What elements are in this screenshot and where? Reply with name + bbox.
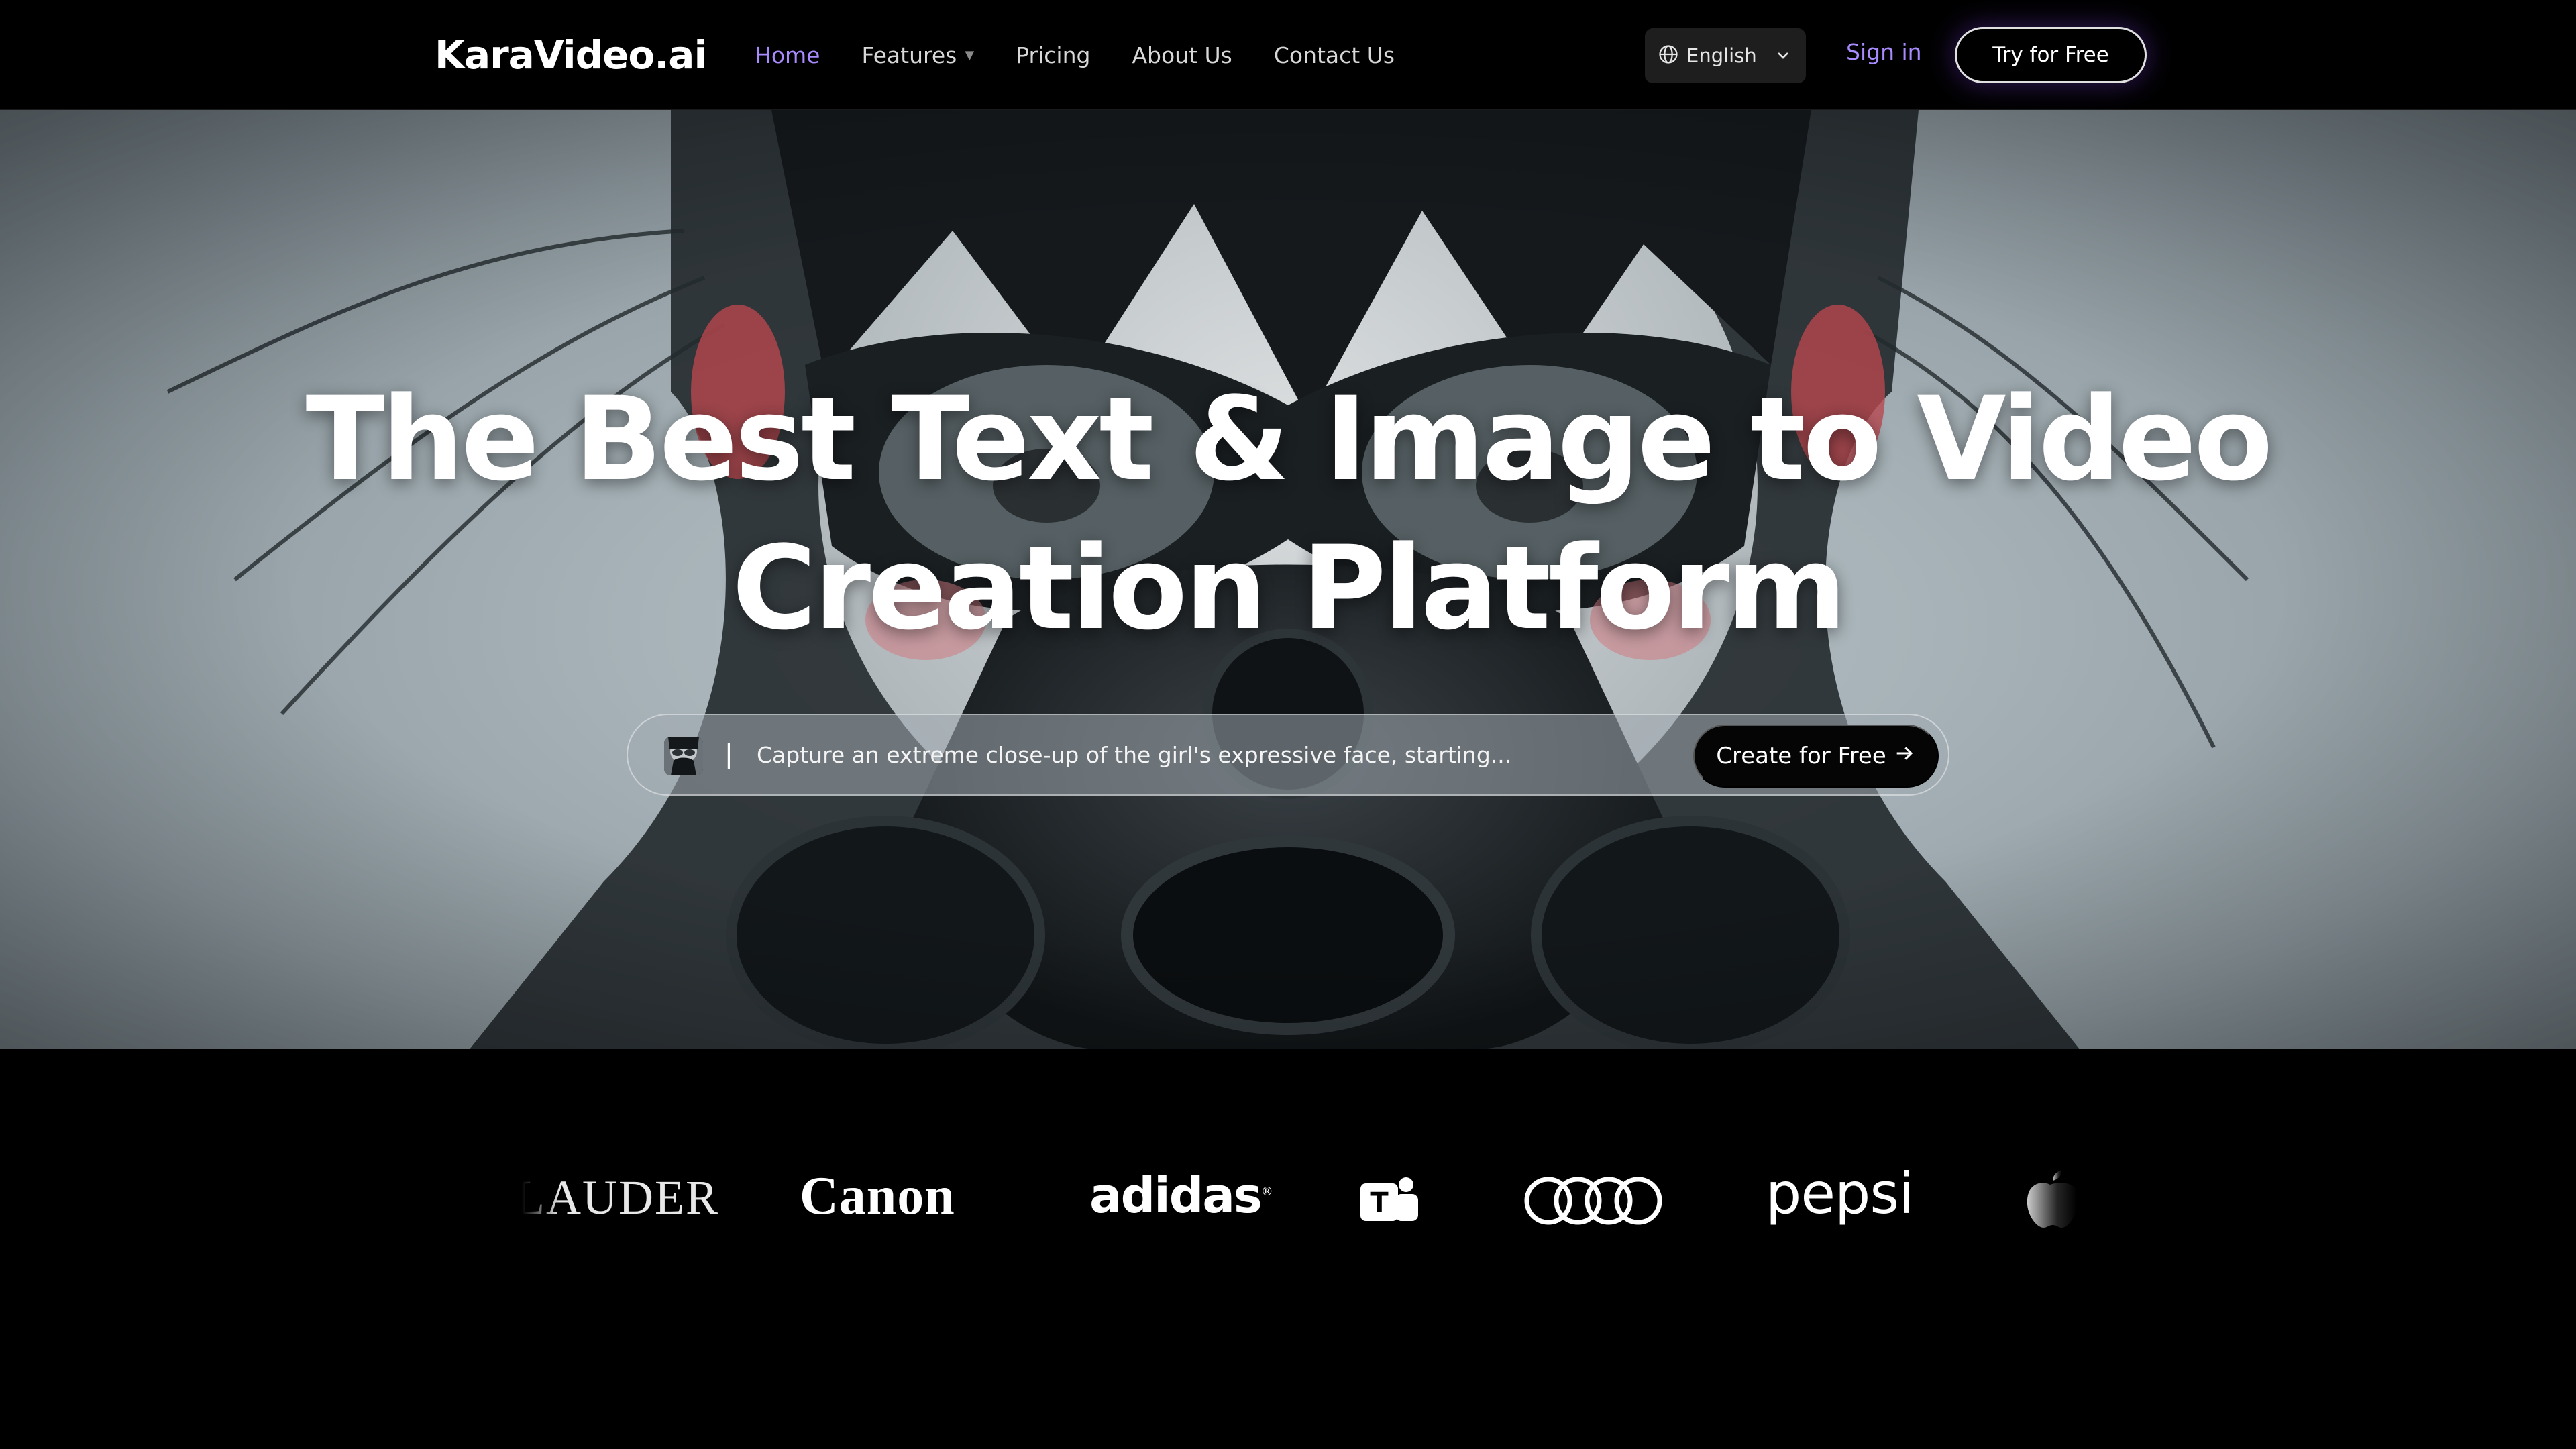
adidas-text: adidas bbox=[1089, 1167, 1263, 1224]
create-for-free-label: Create for Free bbox=[1716, 743, 1886, 769]
try-for-free-button[interactable]: Try for Free bbox=[1955, 27, 2147, 83]
audi-logo bbox=[1523, 1174, 1664, 1228]
fade-overlay bbox=[513, 1170, 559, 1230]
hero-headline-line-1: The Best Text & Image to Video bbox=[305, 372, 2273, 506]
microsoft-teams-logo: T bbox=[1358, 1174, 1425, 1228]
prompt-thumbnail[interactable] bbox=[664, 737, 703, 775]
prompt-text[interactable]: Capture an extreme close-up of the girl'… bbox=[757, 742, 1511, 768]
svg-text:T: T bbox=[1370, 1187, 1389, 1218]
create-for-free-button[interactable]: Create for Free bbox=[1693, 724, 1939, 788]
arrow-right-icon bbox=[1893, 742, 1916, 771]
prompt-separator: | bbox=[724, 739, 733, 769]
globe-icon bbox=[1658, 44, 1678, 68]
canon-logo: Canon bbox=[800, 1167, 955, 1226]
nav-pricing[interactable]: Pricing bbox=[1016, 42, 1090, 68]
site-logo[interactable]: KaraVideo.ai bbox=[435, 30, 707, 80]
language-label: English bbox=[1686, 44, 1757, 67]
adidas-logo: adidas® bbox=[1089, 1167, 1273, 1224]
main-nav: Home Features ▼ Pricing About Us Contact… bbox=[755, 35, 1436, 75]
language-selector[interactable]: English bbox=[1645, 28, 1806, 83]
pepsi-logo: pepsi bbox=[1766, 1161, 1914, 1226]
nav-contact-us[interactable]: Contact Us bbox=[1274, 42, 1395, 68]
chevron-down-icon bbox=[1775, 47, 1791, 66]
apple-logo bbox=[2023, 1170, 2077, 1230]
top-navbar: KaraVideo.ai Home Features ▼ Pricing Abo… bbox=[0, 0, 2576, 110]
hero-headline-line-2: Creation Platform bbox=[732, 521, 1847, 655]
nav-features[interactable]: Features ▼ bbox=[861, 42, 974, 68]
brand-logo-strip: LAUDER Canon adidas® T pepsi bbox=[0, 1049, 2576, 1449]
hero-headline: The Best Text & Image to Video Creation … bbox=[0, 365, 2576, 663]
nav-home[interactable]: Home bbox=[755, 42, 820, 68]
nav-about-us[interactable]: About Us bbox=[1132, 42, 1232, 68]
chevron-down-icon: ▼ bbox=[965, 48, 975, 62]
hero-section: The Best Text & Image to Video Creation … bbox=[0, 110, 2576, 1049]
estee-lauder-logo: LAUDER bbox=[513, 1170, 719, 1230]
prompt-input-bar[interactable]: | Capture an extreme close-up of the gir… bbox=[627, 714, 1949, 796]
registered-mark: ® bbox=[1260, 1185, 1273, 1199]
nav-features-label: Features bbox=[861, 42, 957, 68]
sign-in-link[interactable]: Sign in bbox=[1846, 39, 1922, 65]
